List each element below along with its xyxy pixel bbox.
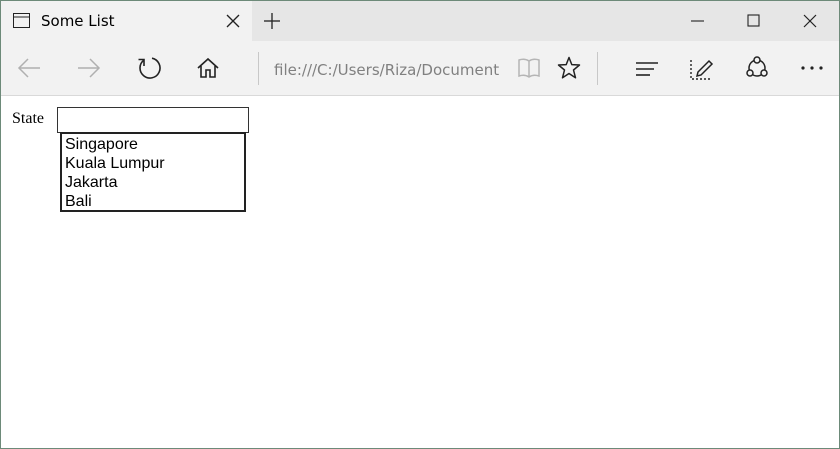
home-icon — [197, 57, 219, 78]
toolbar-separator — [258, 52, 259, 85]
more-button[interactable] — [797, 53, 827, 83]
autocomplete-option[interactable]: Jakarta — [65, 173, 244, 192]
home-button[interactable] — [193, 53, 223, 83]
refresh-button[interactable] — [135, 53, 165, 83]
autocomplete-option[interactable]: Singapore — [65, 135, 244, 154]
close-icon — [803, 14, 817, 28]
page-icon — [13, 13, 30, 28]
page-content: State Singapore Kuala Lumpur Jakarta Bal… — [1, 97, 839, 448]
pen-icon — [690, 59, 714, 80]
autocomplete-option[interactable]: Kuala Lumpur — [65, 154, 244, 173]
minimize-icon — [691, 20, 704, 22]
more-icon — [801, 66, 823, 70]
back-button[interactable] — [14, 53, 44, 83]
forward-button[interactable] — [74, 53, 104, 83]
toolbar-separator — [597, 52, 598, 85]
tab-title: Some List — [41, 12, 115, 30]
autocomplete-list: Singapore Kuala Lumpur Jakarta Bali — [60, 132, 246, 212]
maximize-button[interactable] — [731, 1, 777, 41]
state-input[interactable] — [57, 107, 249, 133]
plus-icon[interactable] — [263, 12, 281, 30]
favorite-button[interactable] — [554, 53, 584, 83]
tab-bar: Some List — [1, 1, 839, 41]
reading-view-button[interactable] — [514, 53, 544, 83]
arrow-left-icon — [17, 58, 40, 78]
autocomplete-option[interactable]: Bali — [65, 192, 244, 211]
web-note-button[interactable] — [687, 53, 717, 83]
browser-window: Some List file:///C:/Users/Riza/Document… — [0, 0, 840, 449]
hub-icon — [636, 62, 658, 76]
tab-active[interactable]: Some List — [1, 1, 252, 41]
address-bar[interactable]: file:///C:/Users/Riza/Document — [274, 61, 499, 79]
arrow-right-icon — [78, 58, 101, 78]
navigation-toolbar: file:///C:/Users/Riza/Document — [1, 41, 839, 96]
state-label: State — [12, 110, 44, 127]
share-icon — [746, 56, 768, 77]
close-window-button[interactable] — [787, 1, 833, 41]
close-tab-icon[interactable] — [225, 13, 241, 29]
book-icon — [518, 58, 540, 78]
minimize-button[interactable] — [675, 1, 721, 41]
hub-button[interactable] — [632, 53, 662, 83]
star-icon — [557, 56, 581, 79]
refresh-icon — [138, 57, 161, 79]
share-button[interactable] — [742, 53, 772, 83]
maximize-icon — [747, 14, 760, 27]
